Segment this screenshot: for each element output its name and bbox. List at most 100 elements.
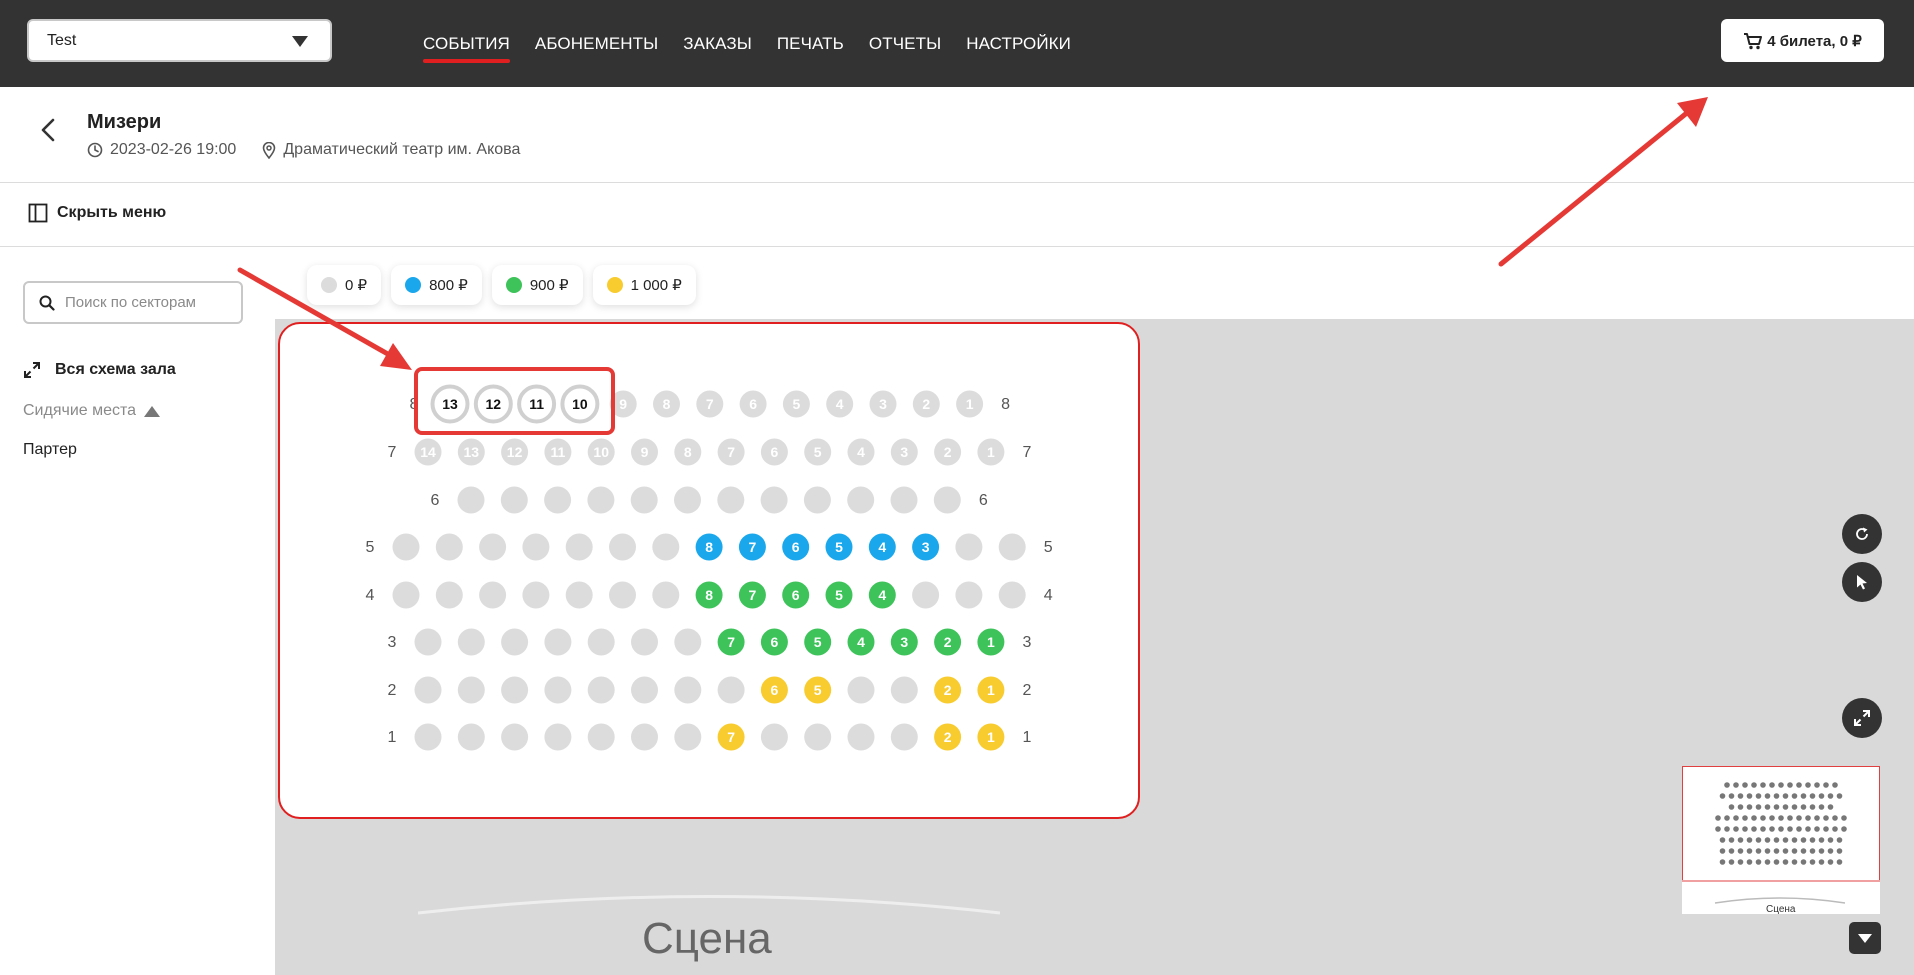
seat[interactable] — [435, 533, 463, 561]
nav-item[interactable]: ОТЧЕТЫ — [869, 28, 941, 60]
seat[interactable] — [587, 723, 615, 751]
seat[interactable]: 9 — [631, 438, 658, 466]
price-chip[interactable]: 800 ₽ — [391, 265, 482, 305]
price-chip[interactable]: 900 ₽ — [491, 265, 583, 305]
seat[interactable]: 6 — [760, 676, 788, 704]
seat[interactable] — [890, 486, 918, 514]
seat[interactable]: 1 — [956, 390, 984, 418]
seat[interactable] — [501, 676, 529, 704]
seat[interactable]: 5 — [782, 390, 810, 418]
seat[interactable] — [933, 486, 961, 514]
reset-view-button[interactable] — [1842, 514, 1882, 554]
seat[interactable]: 5 — [825, 581, 853, 609]
seat[interactable] — [998, 533, 1026, 561]
seat[interactable]: 2 — [934, 676, 962, 704]
seat[interactable] — [501, 628, 529, 656]
seat[interactable]: 6 — [760, 628, 788, 656]
cart-button[interactable]: 4 билета, 0 ₽ — [1721, 19, 1884, 62]
seat[interactable]: 7 — [717, 628, 745, 656]
seat[interactable]: 8 — [695, 581, 723, 609]
seat[interactable] — [544, 628, 572, 656]
seat[interactable]: 3 — [869, 390, 897, 418]
seat[interactable] — [631, 676, 658, 704]
price-chip[interactable]: 1 000 ₽ — [592, 265, 696, 305]
seat[interactable] — [652, 533, 680, 561]
sector-item-parterre[interactable]: Партер — [23, 441, 77, 459]
seat[interactable]: 4 — [868, 581, 896, 609]
seat[interactable]: 3 — [912, 533, 940, 561]
sector-search-input[interactable] — [65, 294, 235, 311]
nav-item[interactable]: ЗАКАЗЫ — [683, 28, 752, 60]
seat[interactable]: 8 — [695, 533, 723, 561]
seat[interactable] — [457, 723, 485, 751]
seat[interactable] — [479, 581, 507, 609]
seat[interactable]: 2 — [912, 390, 940, 418]
seat[interactable] — [457, 486, 485, 514]
seat[interactable]: 13 — [457, 438, 485, 466]
seat[interactable] — [565, 581, 593, 609]
seat[interactable]: 6 — [739, 390, 767, 418]
seat[interactable]: 1 — [977, 723, 1005, 751]
seat[interactable]: 7 — [717, 438, 745, 466]
seat[interactable]: 7 — [738, 533, 766, 561]
seat[interactable] — [457, 628, 485, 656]
seat[interactable]: 10 — [587, 438, 615, 466]
seat[interactable] — [847, 486, 875, 514]
seat[interactable]: 4 — [847, 628, 875, 656]
price-chip[interactable]: 0 ₽ — [307, 265, 382, 305]
nav-item[interactable]: ПЕЧАТЬ — [777, 28, 844, 60]
seat[interactable]: 4 — [868, 533, 896, 561]
nav-item[interactable]: НАСТРОЙКИ — [966, 28, 1071, 60]
select-mode-button[interactable] — [1842, 562, 1882, 602]
seat[interactable]: 1 — [977, 676, 1005, 704]
fullscreen-button[interactable] — [1842, 698, 1882, 738]
seat[interactable] — [955, 581, 983, 609]
seat[interactable]: 6 — [782, 581, 810, 609]
seat[interactable]: 5 — [804, 676, 832, 704]
seat[interactable] — [457, 676, 485, 704]
hide-menu-button[interactable]: Скрыть меню — [28, 203, 166, 223]
seat[interactable] — [847, 723, 875, 751]
seat[interactable] — [565, 533, 593, 561]
seat[interactable] — [674, 628, 702, 656]
seat[interactable] — [544, 486, 572, 514]
seat[interactable] — [392, 533, 420, 561]
seat[interactable] — [522, 533, 550, 561]
seat[interactable] — [544, 723, 572, 751]
seat[interactable]: 8 — [653, 390, 680, 418]
seat[interactable]: 3 — [890, 628, 918, 656]
seat[interactable]: 5 — [804, 628, 832, 656]
seat[interactable] — [435, 581, 463, 609]
seat[interactable] — [631, 723, 658, 751]
seat-category-toggle[interactable]: Сидячие места — [23, 402, 161, 420]
seat[interactable]: 2 — [934, 628, 962, 656]
seat[interactable] — [609, 581, 636, 609]
seat[interactable]: 4 — [847, 438, 875, 466]
seat[interactable] — [717, 676, 745, 704]
seat[interactable] — [674, 486, 701, 514]
seat[interactable]: 6 — [760, 438, 788, 466]
organization-select[interactable]: Test — [27, 19, 332, 62]
seat[interactable]: 4 — [826, 390, 854, 418]
seat[interactable] — [587, 676, 615, 704]
seat[interactable]: 11 — [544, 438, 572, 466]
seat[interactable] — [998, 581, 1026, 609]
seat[interactable] — [760, 486, 788, 514]
seat[interactable] — [392, 581, 420, 609]
seat[interactable]: 1 — [977, 628, 1005, 656]
seat[interactable]: 2 — [934, 438, 962, 466]
seat[interactable] — [890, 676, 918, 704]
full-scheme-link[interactable]: Вся схема зала — [23, 361, 176, 379]
seat[interactable] — [652, 581, 680, 609]
seat[interactable] — [500, 486, 528, 514]
seat[interactable] — [955, 533, 983, 561]
seat-selected[interactable]: 13 — [430, 384, 470, 424]
seat[interactable]: 6 — [782, 533, 810, 561]
seat[interactable]: 5 — [804, 438, 832, 466]
seat[interactable] — [890, 723, 918, 751]
seat[interactable]: 2 — [934, 723, 962, 751]
seat[interactable]: 12 — [501, 438, 529, 466]
seat[interactable]: 8 — [674, 438, 702, 466]
seat-selected[interactable]: 11 — [517, 384, 557, 424]
seat[interactable]: 7 — [696, 390, 724, 418]
